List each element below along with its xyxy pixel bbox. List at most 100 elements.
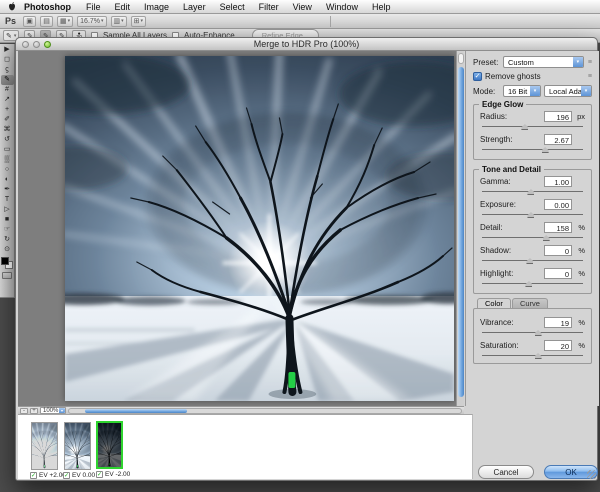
slider-value-input[interactable]: 1.00 — [544, 176, 572, 187]
slider-value-input[interactable]: 0.00 — [544, 199, 572, 210]
slider-thumb[interactable] — [526, 258, 533, 264]
tools-panel: ▶◻ϛ✎#↗+✐⌘↺▭▒○◐✒T▷■☞↻⊙ — [0, 44, 15, 298]
blur-tool[interactable]: ○ — [1, 165, 14, 175]
arrange-documents-icon[interactable]: ▥▾ — [111, 16, 127, 27]
thumbnail-checkbox[interactable]: ✓ — [63, 472, 70, 479]
menu-help[interactable]: Help — [365, 2, 398, 12]
slider-value-input[interactable]: 2.67 — [544, 134, 572, 145]
slider-track[interactable] — [482, 188, 583, 195]
color-swatches[interactable] — [1, 257, 13, 269]
horizontal-scrollbar[interactable] — [68, 408, 462, 414]
apple-menu-icon[interactable] — [8, 2, 16, 11]
hand-tool[interactable]: ☞ — [1, 225, 14, 235]
slider-thumb[interactable] — [521, 124, 528, 130]
dodge-tool[interactable]: ◐ — [1, 175, 14, 185]
eyedropper-tool[interactable]: ↗ — [1, 95, 14, 105]
vertical-scrollbar-thumb[interactable] — [458, 67, 464, 397]
slider-track[interactable] — [482, 329, 583, 336]
cancel-button[interactable]: Cancel — [478, 465, 534, 479]
preset-dropdown[interactable]: Custom ▾ — [503, 56, 584, 68]
menu-layer[interactable]: Layer — [176, 2, 213, 12]
foreground-color-swatch[interactable] — [1, 257, 9, 265]
slider-value-input[interactable]: 19 — [544, 317, 572, 328]
slider-track[interactable] — [482, 211, 583, 218]
healing-brush-tool[interactable]: + — [1, 105, 14, 115]
bridge-icon[interactable]: ▣ — [23, 16, 36, 27]
view-extras-icon[interactable]: ▦▾ — [57, 16, 73, 27]
menu-filter[interactable]: Filter — [252, 2, 286, 12]
slider-value-input[interactable]: 0 — [544, 245, 572, 256]
type-tool[interactable]: T — [1, 195, 14, 205]
slider-track[interactable] — [482, 352, 583, 359]
gradient-tool[interactable]: ▒ — [1, 155, 14, 165]
minimize-window-icon[interactable] — [33, 41, 40, 48]
menu-window[interactable]: Window — [319, 2, 365, 12]
menu-view[interactable]: View — [286, 2, 319, 12]
crop-tool[interactable]: # — [1, 85, 14, 95]
slider-thumb[interactable] — [527, 189, 534, 195]
menu-select[interactable]: Select — [213, 2, 252, 12]
slider-track[interactable] — [482, 234, 583, 241]
preview-canvas[interactable] — [18, 51, 456, 406]
slider-thumb[interactable] — [527, 212, 534, 218]
method-dropdown[interactable]: Local Adaptation ▾ — [544, 85, 592, 97]
quick-mask-icon[interactable] — [2, 272, 12, 279]
thumbnail-checkbox[interactable]: ✓ — [96, 471, 103, 478]
slider-thumb[interactable] — [542, 147, 549, 153]
preset-dropdown-arrows-icon: ▾ — [573, 57, 583, 67]
menu-edit[interactable]: Edit — [108, 2, 138, 12]
tab-curve[interactable]: Curve — [512, 298, 548, 308]
zoom-percent-dropdown[interactable]: 100% ▾ — [40, 407, 66, 414]
move-tool[interactable]: ▶ — [1, 45, 14, 55]
bit-depth-dropdown[interactable]: 16 Bit ▾ — [503, 85, 541, 97]
horizontal-scrollbar-thumb[interactable] — [85, 409, 187, 413]
brush-tool[interactable]: ✐ — [1, 115, 14, 125]
screen-mode-icon[interactable]: ⊞▾ — [131, 16, 146, 27]
slider-thumb[interactable] — [535, 330, 542, 336]
zoom-window-icon[interactable] — [44, 41, 51, 48]
slider-value-input[interactable]: 20 — [544, 340, 572, 351]
crop-tool-icon: # — [5, 85, 9, 95]
thumbnail-checkbox[interactable]: ✓ — [30, 472, 37, 479]
source-thumbnail[interactable]: ✓EV 0.00 — [64, 422, 91, 470]
zoom-level-dropdown[interactable]: 16.7%▾ — [77, 16, 106, 27]
path-selection-tool[interactable]: ▷ — [1, 205, 14, 215]
mini-bridge-icon[interactable]: ▤ — [40, 16, 53, 27]
pen-tool[interactable]: ✒ — [1, 185, 14, 195]
marquee-tool[interactable]: ◻ — [1, 55, 14, 65]
slider-track[interactable] — [482, 123, 583, 130]
slider-value-input[interactable]: 158 — [544, 222, 572, 233]
tab-color[interactable]: Color — [477, 298, 511, 308]
close-window-icon[interactable] — [22, 41, 29, 48]
menu-image[interactable]: Image — [137, 2, 176, 12]
dialog-titlebar[interactable]: Merge to HDR Pro (100%) — [16, 38, 597, 51]
vertical-scrollbar[interactable] — [456, 51, 464, 406]
quick-selection-tool[interactable]: ✎ — [1, 75, 14, 85]
source-thumbnail[interactable]: ✓EV +2.00 — [31, 422, 58, 470]
preset-menu-icon[interactable]: ≡ — [588, 59, 592, 66]
slider-track[interactable] — [482, 146, 583, 153]
menu-photoshop[interactable]: Photoshop — [22, 2, 79, 12]
slider-thumb[interactable] — [535, 353, 542, 359]
eraser-tool-icon: ▭ — [4, 145, 11, 155]
resize-grip[interactable] — [587, 470, 596, 479]
clone-stamp-tool[interactable]: ⌘ — [1, 125, 14, 135]
zoom-tool[interactable]: ⊙ — [1, 245, 14, 255]
slider-value-input[interactable]: 196 — [544, 111, 572, 122]
lasso-tool[interactable]: ϛ — [1, 65, 14, 75]
slider-track[interactable] — [482, 280, 583, 287]
rotate-view-tool[interactable]: ↻ — [1, 235, 14, 245]
slider-thumb[interactable] — [543, 235, 550, 241]
slider-track[interactable] — [482, 257, 583, 264]
zoom-in-button[interactable]: + — [30, 408, 38, 414]
slider-thumb[interactable] — [525, 281, 532, 287]
shape-tool[interactable]: ■ — [1, 215, 14, 225]
panel-options-icon[interactable]: ≡ — [588, 73, 592, 80]
history-brush-tool[interactable]: ↺ — [1, 135, 14, 145]
remove-ghosts-checkbox[interactable]: ✓ — [473, 72, 482, 81]
zoom-out-button[interactable]: - — [20, 408, 28, 414]
source-thumbnail[interactable]: ✓EV -2.00 — [96, 421, 123, 469]
eraser-tool[interactable]: ▭ — [1, 145, 14, 155]
slider-value-input[interactable]: 0 — [544, 268, 572, 279]
menu-file[interactable]: File — [79, 2, 108, 12]
